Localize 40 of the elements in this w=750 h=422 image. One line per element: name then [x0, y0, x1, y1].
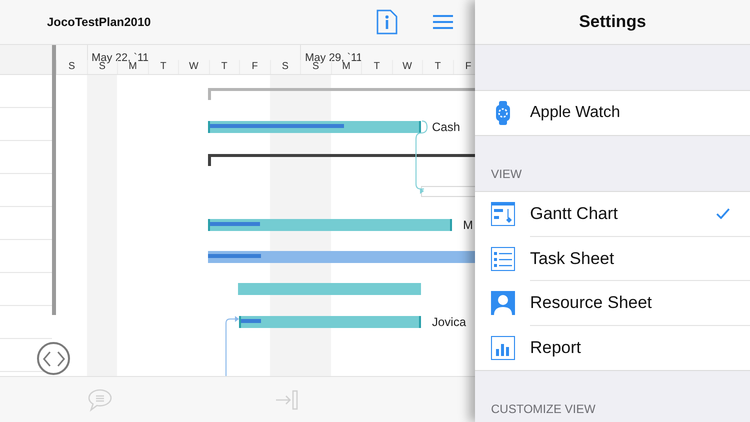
day-label: M	[342, 61, 350, 74]
day-label: M	[128, 61, 137, 74]
day-label: S	[68, 60, 76, 74]
settings-title: Settings	[578, 11, 646, 34]
placeholder-bar[interactable]	[421, 186, 475, 197]
section-header: CUSTOMIZE VIEW	[491, 401, 596, 418]
task-bar[interactable]	[239, 316, 421, 328]
day-label: T	[160, 60, 166, 74]
bar-label: Jovica	[432, 315, 466, 329]
list-icon	[490, 246, 514, 271]
day-label: F	[252, 60, 258, 74]
info-button[interactable]	[376, 9, 398, 35]
dependency-arrow	[226, 316, 239, 376]
gantt-chart-icon	[490, 202, 514, 226]
day-label: T	[374, 60, 380, 74]
day-label: S	[98, 61, 106, 74]
bar-chart-icon	[490, 336, 514, 360]
view-option[interactable]: Task Sheet	[475, 236, 750, 281]
settings-item[interactable]: Apple Watch	[475, 91, 750, 135]
day-label: S	[282, 60, 289, 74]
day-label: S	[312, 61, 320, 74]
view-option[interactable]: Gantt Chart	[475, 192, 750, 236]
task-bar[interactable]	[208, 251, 475, 263]
view-option[interactable]: Resource Sheet	[475, 281, 750, 326]
bar-label: M	[463, 218, 473, 232]
day-label: T	[434, 60, 441, 74]
section-header: VIEW	[491, 166, 522, 183]
view-option[interactable]: Report	[475, 326, 750, 370]
split-handle[interactable]	[37, 342, 70, 375]
task-bar[interactable]	[208, 121, 421, 133]
menu-button[interactable]	[432, 13, 454, 31]
task-bar[interactable]	[208, 219, 452, 231]
bar-label: Cash	[432, 120, 460, 134]
day-label: T	[221, 60, 228, 74]
person-icon	[490, 291, 514, 316]
watch-icon	[494, 101, 510, 125]
day-label: W	[189, 60, 198, 74]
document-title: JocoTestPlan2010	[47, 14, 151, 31]
day-label: F	[465, 60, 472, 74]
day-label: W	[402, 60, 412, 74]
